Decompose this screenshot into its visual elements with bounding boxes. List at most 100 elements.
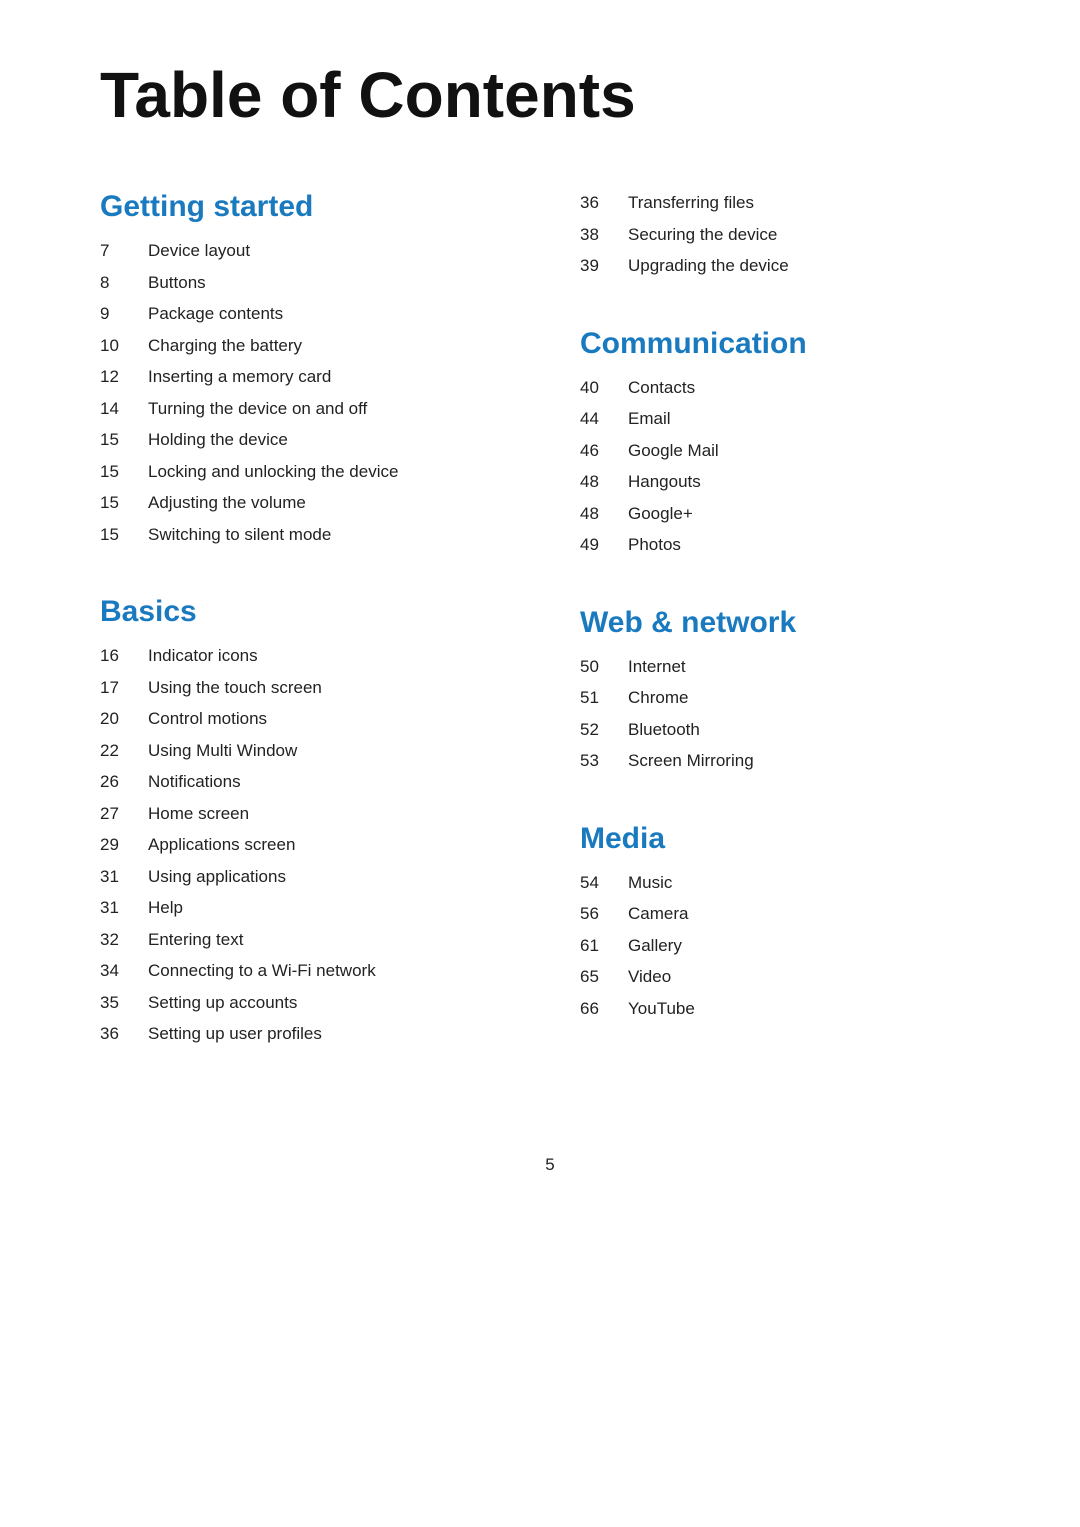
toc-item-number: 36 [100, 1021, 148, 1047]
toc-item-label: YouTube [628, 996, 695, 1022]
toc-item-number: 53 [580, 748, 628, 774]
toc-item-label: Upgrading the device [628, 253, 789, 279]
toc-item-label: Connecting to a Wi-Fi network [148, 958, 376, 984]
toc-item-number: 48 [580, 501, 628, 527]
toc-item-label: Google Mail [628, 438, 719, 464]
toc-item-number: 27 [100, 801, 148, 827]
toc-item: 8Buttons [100, 270, 520, 296]
toc-item-label: Package contents [148, 301, 283, 327]
toc-item-number: 36 [580, 190, 628, 216]
toc-item-label: Bluetooth [628, 717, 700, 743]
footer-page-number: 5 [100, 1155, 1000, 1175]
toc-item: 35Setting up accounts [100, 990, 520, 1016]
toc-item-label: Device layout [148, 238, 250, 264]
toc-item: 46Google Mail [580, 438, 1000, 464]
toc-item-label: Google+ [628, 501, 693, 527]
toc-item-number: 34 [100, 958, 148, 984]
toc-item-label: Help [148, 895, 183, 921]
toc-item: 7Device layout [100, 238, 520, 264]
toc-item: 22Using Multi Window [100, 738, 520, 764]
toc-list-communication: 40Contacts44Email46Google Mail48Hangouts… [580, 375, 1000, 558]
toc-item-label: Home screen [148, 801, 249, 827]
page-title: Table of Contents [100, 60, 1000, 130]
toc-item: 40Contacts [580, 375, 1000, 401]
toc-item: 61Gallery [580, 933, 1000, 959]
toc-item: 51Chrome [580, 685, 1000, 711]
toc-item-label: Turning the device on and off [148, 396, 367, 422]
toc-item-number: 52 [580, 717, 628, 743]
toc-item: 29Applications screen [100, 832, 520, 858]
toc-item-number: 50 [580, 654, 628, 680]
toc-item-label: Setting up user profiles [148, 1021, 322, 1047]
toc-item-label: Video [628, 964, 671, 990]
toc-item-label: Chrome [628, 685, 688, 711]
toc-item: 65Video [580, 964, 1000, 990]
section-title-web-network: Web & network [580, 606, 1000, 640]
toc-item-number: 48 [580, 469, 628, 495]
toc-item-number: 31 [100, 864, 148, 890]
toc-list-web-network: 50Internet51Chrome52Bluetooth53Screen Mi… [580, 654, 1000, 774]
toc-item-label: Control motions [148, 706, 267, 732]
toc-item-number: 15 [100, 427, 148, 453]
section-getting-started: Getting started 7Device layout 8Buttons 9P… [100, 190, 520, 547]
toc-item: 54Music [580, 870, 1000, 896]
toc-item: 14Turning the device on and off [100, 396, 520, 422]
toc-item-label: Email [628, 406, 671, 432]
toc-list-media: 54Music56Camera61Gallery65Video66YouTube [580, 870, 1000, 1022]
toc-list-basics: 16Indicator icons 17Using the touch scree… [100, 643, 520, 1047]
toc-item-number: 51 [580, 685, 628, 711]
toc-item-number: 16 [100, 643, 148, 669]
toc-item: 44Email [580, 406, 1000, 432]
toc-item: 48Google+ [580, 501, 1000, 527]
toc-item-number: 39 [580, 253, 628, 279]
toc-item-label: Applications screen [148, 832, 295, 858]
toc-item-label: Buttons [148, 270, 206, 296]
toc-item-number: 14 [100, 396, 148, 422]
toc-item-label: Using applications [148, 864, 286, 890]
toc-item-label: Inserting a memory card [148, 364, 331, 390]
toc-item-number: 26 [100, 769, 148, 795]
right-column: 36Transferring files 38Securing the devic… [580, 190, 1000, 1095]
toc-item: 27Home screen [100, 801, 520, 827]
toc-item: 52Bluetooth [580, 717, 1000, 743]
section-basics: Basics 16Indicator icons 17Using the touc… [100, 595, 520, 1047]
toc-list-right-top: 36Transferring files 38Securing the devic… [580, 190, 1000, 279]
toc-item: 32Entering text [100, 927, 520, 953]
toc-item-number: 35 [100, 990, 148, 1016]
toc-item: 12Inserting a memory card [100, 364, 520, 390]
toc-item-number: 10 [100, 333, 148, 359]
section-communication: Communication 40Contacts 44Email 46Google … [580, 327, 1000, 558]
toc-item: 34Connecting to a Wi-Fi network [100, 958, 520, 984]
toc-item: 39Upgrading the device [580, 253, 1000, 279]
toc-item-number: 46 [580, 438, 628, 464]
toc-item: 56Camera [580, 901, 1000, 927]
toc-item-number: 20 [100, 706, 148, 732]
section-title-communication: Communication [580, 327, 1000, 361]
toc-item: 17Using the touch screen [100, 675, 520, 701]
toc-item-number: 7 [100, 238, 148, 264]
toc-item-number: 9 [100, 301, 148, 327]
toc-item-label: Securing the device [628, 222, 777, 248]
toc-item-label: Gallery [628, 933, 682, 959]
toc-item-number: 61 [580, 933, 628, 959]
toc-item-number: 29 [100, 832, 148, 858]
toc-item: 26Notifications [100, 769, 520, 795]
toc-item-label: Camera [628, 901, 688, 927]
toc-item-label: Screen Mirroring [628, 748, 754, 774]
toc-list-getting-started: 7Device layout8Buttons9Package contents1… [100, 238, 520, 547]
toc-item: 15Adjusting the volume [100, 490, 520, 516]
toc-item-number: 22 [100, 738, 148, 764]
section-title-getting-started: Getting started [100, 190, 520, 224]
toc-item-number: 38 [580, 222, 628, 248]
toc-item: 15Switching to silent mode [100, 522, 520, 548]
toc-item-label: Contacts [628, 375, 695, 401]
toc-item: 36Transferring files [580, 190, 1000, 216]
toc-item-label: Hangouts [628, 469, 701, 495]
toc-item-label: Indicator icons [148, 643, 258, 669]
section-title-basics: Basics [100, 595, 520, 629]
toc-item-number: 15 [100, 490, 148, 516]
toc-item-label: Photos [628, 532, 681, 558]
toc-item: 38Securing the device [580, 222, 1000, 248]
toc-item-number: 31 [100, 895, 148, 921]
toc-item: 53Screen Mirroring [580, 748, 1000, 774]
